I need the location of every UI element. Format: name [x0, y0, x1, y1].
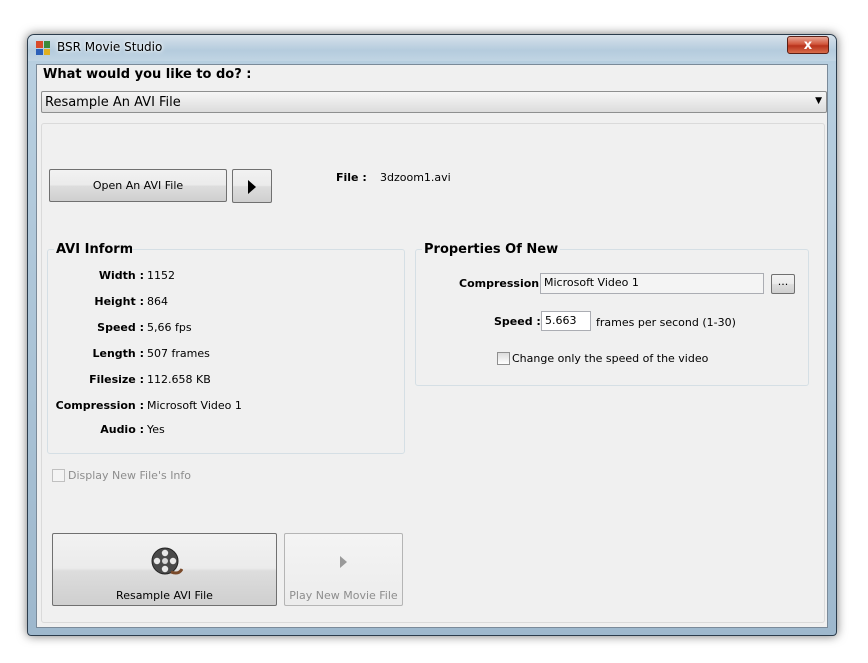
info-label: Filesize :	[89, 373, 144, 386]
app-icon	[36, 41, 50, 55]
info-value: 507 frames	[147, 347, 210, 360]
chevron-down-icon[interactable]: ▼	[815, 96, 822, 106]
action-select[interactable]: Resample An AVI File ▼	[41, 91, 827, 113]
file-label: File :	[336, 171, 367, 184]
change-speed-only-checkbox[interactable]	[497, 352, 510, 365]
speed-input[interactable]: 5.663	[541, 311, 591, 331]
info-label: Height :	[94, 295, 144, 308]
info-value: 1152	[147, 269, 175, 282]
info-label: Length :	[92, 347, 145, 360]
file-name: 3dzoom1.avi	[380, 171, 451, 184]
info-label: Audio :	[100, 423, 144, 436]
compression-field[interactable]: Microsoft Video 1	[540, 273, 764, 294]
info-row-length: Length :	[48, 347, 145, 361]
open-avi-button[interactable]: Open An AVI File	[49, 169, 227, 202]
play-new-movie-button[interactable]: Play New Movie File	[284, 533, 403, 606]
info-row-speed: Speed :	[48, 321, 144, 335]
info-value: 5,66 fps	[147, 321, 192, 334]
play-icon	[248, 180, 256, 194]
speed-unit: frames per second (1-30)	[596, 316, 736, 329]
question-label: What would you like to do? :	[43, 67, 252, 82]
info-row-filesize: Filesize :	[48, 373, 144, 387]
info-row-width: Width :	[48, 269, 144, 283]
app-window: BSR Movie Studio x What would you like t…	[27, 34, 837, 636]
action-select-value: Resample An AVI File	[45, 95, 181, 110]
client-area: What would you like to do? : Resample An…	[36, 64, 828, 628]
change-speed-only-label[interactable]: Change only the speed of the video	[512, 352, 708, 365]
info-value: Microsoft Video 1	[147, 399, 242, 412]
play-source-button[interactable]	[232, 169, 272, 203]
play-new-movie-label: Play New Movie File	[289, 589, 398, 602]
film-reel-icon	[151, 547, 183, 575]
resample-button[interactable]: Resample AVI File	[52, 533, 277, 606]
avi-info-group: AVI Informa Width : 1152 Height : 864 Sp…	[47, 242, 405, 454]
info-row-height: Height :	[48, 295, 144, 309]
avi-info-title: AVI Informa	[54, 242, 132, 257]
info-value: 112.658 KB	[147, 373, 211, 386]
info-value: Yes	[147, 423, 165, 436]
browse-compression-button[interactable]: ...	[771, 274, 795, 294]
compression-label: Compression :	[459, 277, 548, 290]
properties-title: Properties Of New	[422, 242, 561, 257]
title-bar[interactable]: BSR Movie Studio x	[28, 35, 836, 61]
play-icon	[340, 556, 347, 568]
info-value: 864	[147, 295, 168, 308]
info-label: Compression :	[55, 399, 144, 412]
info-row-audio: Audio :	[48, 423, 144, 437]
resample-button-label: Resample AVI File	[116, 589, 213, 602]
info-label: Speed :	[97, 321, 144, 334]
display-new-info-checkbox[interactable]	[52, 469, 65, 482]
window-title: BSR Movie Studio	[57, 40, 163, 54]
display-new-info-label[interactable]: Display New File's Info	[68, 469, 191, 482]
close-icon: x	[803, 38, 813, 53]
info-row-compression: Compression :	[48, 399, 144, 413]
speed-label: Speed :	[494, 315, 541, 328]
info-label: Width :	[98, 269, 144, 282]
close-button[interactable]: x	[787, 36, 829, 54]
